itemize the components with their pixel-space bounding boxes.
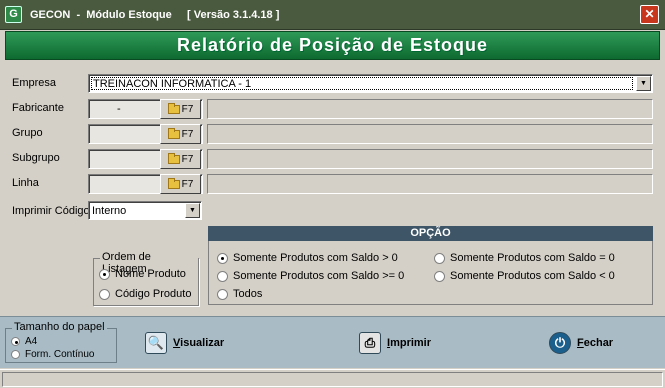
imprimir-codigo-value: Interno <box>92 205 127 217</box>
power-icon: ⏻ <box>549 332 571 354</box>
radio-indicator <box>217 252 228 264</box>
grupo-f7-button[interactable]: F7 <box>160 124 201 144</box>
paper-size-title: Tamanho do papel <box>12 321 107 333</box>
magnifier-icon: 🔍 <box>145 332 167 354</box>
grupo-description <box>207 124 653 144</box>
radio-label: Código Produto <box>115 288 192 300</box>
fechar-label: Fechar <box>577 337 614 349</box>
radio-indicator <box>434 252 445 264</box>
ordem-listagem-group: Ordem de Listagem Nome Produto Código Pr… <box>93 251 199 306</box>
radio-a4[interactable]: A4 <box>11 336 37 347</box>
radio-nome-produto[interactable]: Nome Produto <box>99 268 186 280</box>
report-title: Relatório de Posição de Estoque <box>176 35 489 55</box>
subgrupo-description <box>207 149 653 169</box>
linha-label: Linha <box>12 177 39 189</box>
radio-codigo-produto[interactable]: Código Produto <box>99 288 191 300</box>
bottom-panel: Tamanho do papel A4 Form. Contínuo 🔍 Vis… <box>0 316 665 368</box>
radio-form-continuo[interactable]: Form. Contínuo <box>11 349 94 360</box>
radio-indicator <box>99 288 110 300</box>
folder-icon <box>167 152 180 164</box>
radio-saldo-maior-zero[interactable]: Somente Produtos com Saldo > 0 <box>217 252 398 264</box>
radio-label: Todos <box>233 288 263 300</box>
fabricante-description <box>207 99 653 119</box>
close-button[interactable]: ✕ <box>640 5 659 24</box>
radio-label: Somente Produtos com Saldo < 0 <box>450 270 615 282</box>
opcao-group: Somente Produtos com Saldo > 0 Somente P… <box>208 241 653 305</box>
report-banner: Relatório de Posição de Estoque <box>5 31 660 60</box>
window-title: GECON - Módulo Estoque [ Versão 3.1.4.18… <box>30 8 280 21</box>
radio-indicator <box>99 268 110 280</box>
printer-icon: ⎙ <box>359 332 381 354</box>
radio-saldo-maior-igual-zero[interactable]: Somente Produtos com Saldo >= 0 <box>217 270 404 282</box>
chevron-down-icon[interactable]: ▼ <box>185 203 200 218</box>
visualizar-label: Visualizar <box>173 337 225 349</box>
radio-indicator <box>434 270 445 282</box>
radio-label: A4 <box>25 336 38 347</box>
grupo-label: Grupo <box>12 127 43 139</box>
radio-saldo-igual-zero[interactable]: Somente Produtos com Saldo = 0 <box>434 252 615 264</box>
title-bar: G GECON - Módulo Estoque [ Versão 3.1.4.… <box>0 0 665 30</box>
imprimir-codigo-label: Imprimir Código <box>12 205 90 217</box>
radio-indicator <box>217 270 228 282</box>
empresa-value: TREINACON INFORMATICA - 1 <box>91 77 633 90</box>
chevron-down-icon[interactable]: ▼ <box>636 76 651 91</box>
radio-indicator <box>217 288 228 300</box>
app-icon: G <box>5 6 22 23</box>
visualizar-button[interactable]: 🔍 Visualizar <box>145 332 224 354</box>
folder-icon <box>167 177 180 189</box>
imprimir-button[interactable]: ⎙ Imprimir <box>359 332 431 354</box>
grupo-field[interactable]: F7 <box>88 124 203 144</box>
radio-label: Somente Produtos com Saldo = 0 <box>450 252 615 264</box>
radio-indicator <box>11 337 20 346</box>
imprimir-codigo-select[interactable]: Interno ▼ <box>88 201 202 220</box>
fabricante-value: - <box>117 103 121 115</box>
fabricante-f7-button[interactable]: F7 <box>160 99 201 119</box>
radio-saldo-menor-zero[interactable]: Somente Produtos com Saldo < 0 <box>434 270 615 282</box>
status-bar <box>0 369 665 388</box>
fechar-button[interactable]: ⏻ Fechar <box>549 332 613 354</box>
status-panel <box>2 372 663 387</box>
opcao-header: OPÇÃO <box>208 226 653 241</box>
subgrupo-field[interactable]: F7 <box>88 149 203 169</box>
fabricante-label: Fabricante <box>12 102 64 114</box>
radio-indicator <box>11 350 20 359</box>
linha-f7-button[interactable]: F7 <box>160 174 201 194</box>
radio-label: Somente Produtos com Saldo > 0 <box>233 252 398 264</box>
f7-label: F7 <box>181 153 194 165</box>
folder-icon <box>167 127 180 139</box>
subgrupo-label: Subgrupo <box>12 152 60 164</box>
radio-label: Form. Contínuo <box>25 349 95 360</box>
paper-size-group: Tamanho do papel A4 Form. Contínuo <box>5 321 117 363</box>
f7-label: F7 <box>181 103 194 115</box>
imprimir-label: Imprimir <box>387 337 432 349</box>
linha-field[interactable]: F7 <box>88 174 203 194</box>
folder-icon <box>167 102 180 114</box>
f7-label: F7 <box>181 178 194 190</box>
fabricante-field[interactable]: - F7 <box>88 99 203 119</box>
radio-todos[interactable]: Todos <box>217 288 262 300</box>
empresa-select[interactable]: TREINACON INFORMATICA - 1 ▼ <box>88 74 653 93</box>
empresa-label: Empresa <box>12 77 57 89</box>
f7-label: F7 <box>181 128 194 140</box>
radio-label: Nome Produto <box>115 268 186 280</box>
subgrupo-f7-button[interactable]: F7 <box>160 149 201 169</box>
linha-description <box>207 174 653 194</box>
radio-label: Somente Produtos com Saldo >= 0 <box>233 270 405 282</box>
